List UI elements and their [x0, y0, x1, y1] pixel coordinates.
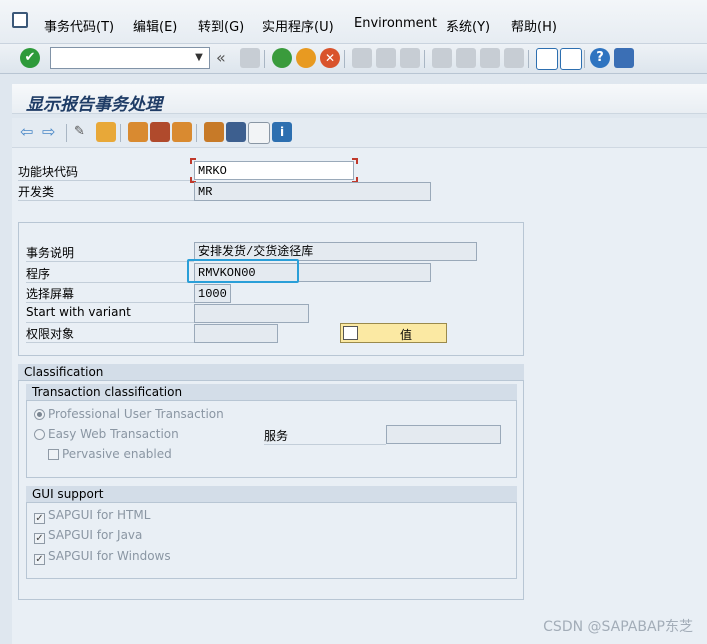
- command-field[interactable]: [50, 47, 210, 69]
- menu-bar: 事务代码(T) 编辑(E) 转到(G) 实用程序(U) Environment …: [0, 0, 707, 44]
- cancel-icon[interactable]: ✕: [320, 48, 340, 68]
- auth-object-field[interactable]: [194, 324, 278, 343]
- program-label: 程序: [26, 267, 51, 281]
- first-page-icon[interactable]: [432, 48, 452, 68]
- history-back-icon[interactable]: «: [216, 48, 236, 68]
- screen-label: 选择屏幕: [26, 287, 75, 301]
- value-button[interactable]: 值: [340, 323, 447, 343]
- find-icon[interactable]: [376, 48, 396, 68]
- window-menu-icon[interactable]: [12, 12, 28, 28]
- menu-help[interactable]: 帮助(H): [511, 16, 557, 35]
- description-label: 事务说明: [26, 246, 75, 260]
- variant-field[interactable]: [194, 304, 309, 323]
- exit-icon[interactable]: [296, 48, 316, 68]
- arrow-right-icon[interactable]: ⇨: [42, 122, 62, 142]
- object-list-icon[interactable]: [128, 122, 148, 142]
- menu-system[interactable]: 系统(Y): [446, 16, 490, 35]
- display-object-icon[interactable]: [150, 122, 170, 142]
- easy-web-label: Easy Web Transaction: [48, 427, 179, 441]
- arrow-left-icon[interactable]: ⇦: [20, 122, 40, 142]
- value-button-label: 值: [399, 328, 412, 342]
- application-toolbar: ⇦ ⇨ ✎ i: [12, 118, 707, 148]
- find-next-icon[interactable]: [400, 48, 420, 68]
- hierarchy-icon[interactable]: [204, 122, 224, 142]
- gui-windows-label: SAPGUI for Windows: [48, 549, 171, 563]
- menu-environment[interactable]: Environment: [354, 16, 437, 31]
- menu-goto[interactable]: 转到(G): [198, 16, 244, 35]
- auth-object-label: 权限对象: [26, 327, 75, 341]
- menu-transaction[interactable]: 事务代码(T): [44, 16, 114, 35]
- pervasive-checkbox[interactable]: Pervasive enabled: [48, 447, 172, 461]
- help-icon[interactable]: ?: [590, 48, 610, 68]
- stack-icon[interactable]: [226, 122, 246, 142]
- checkbox-checked-icon: ✓: [34, 533, 45, 544]
- screen-field[interactable]: 1000: [194, 284, 231, 303]
- print-icon[interactable]: [352, 48, 372, 68]
- prev-page-icon[interactable]: [456, 48, 476, 68]
- where-used-icon[interactable]: [172, 122, 192, 142]
- variant-label: Start with variant: [26, 305, 131, 319]
- function-module-label: 功能块代码: [18, 165, 79, 179]
- radio-icon: [34, 429, 45, 440]
- menu-utilities[interactable]: 实用程序(U): [262, 16, 334, 35]
- display-change-icon[interactable]: ✎: [74, 122, 94, 142]
- gui-windows-checkbox[interactable]: ✓ SAPGUI for Windows: [34, 549, 171, 565]
- save-icon[interactable]: [240, 48, 260, 68]
- gui-html-checkbox[interactable]: ✓ SAPGUI for HTML: [34, 508, 150, 524]
- service-label: 服务: [264, 429, 289, 443]
- gui-java-label: SAPGUI for Java: [48, 528, 143, 542]
- watermark: CSDN @SAPABAP东芝: [543, 619, 693, 635]
- service-field[interactable]: [386, 425, 501, 444]
- focus-corner: [352, 158, 358, 164]
- chevron-down-icon[interactable]: ▼: [192, 50, 206, 66]
- highlight-box: [187, 259, 299, 283]
- next-page-icon[interactable]: [480, 48, 500, 68]
- classification-title: Classification: [18, 364, 524, 381]
- dev-class-label: 开发类: [18, 185, 55, 199]
- enter-check-icon[interactable]: ✔: [20, 48, 40, 68]
- page-title: 显示报告事务处理: [26, 95, 162, 115]
- radio-selected-icon: [34, 409, 45, 420]
- gui-java-checkbox[interactable]: ✓ SAPGUI for Java: [34, 528, 142, 544]
- gui-support-title: GUI support: [26, 486, 517, 503]
- table-icon[interactable]: [248, 122, 270, 144]
- shortcut-icon[interactable]: [560, 48, 582, 70]
- pervasive-label: Pervasive enabled: [62, 447, 172, 461]
- professional-radio[interactable]: Professional User Transaction: [34, 407, 224, 421]
- new-session-icon[interactable]: [536, 48, 558, 70]
- tx-classification-title: Transaction classification: [26, 384, 517, 401]
- professional-label: Professional User Transaction: [48, 407, 224, 421]
- checkbox-checked-icon: ✓: [34, 554, 45, 565]
- checkbox-icon: [48, 449, 59, 460]
- copy-icon[interactable]: [96, 122, 116, 142]
- dev-class-field[interactable]: MR: [194, 182, 431, 201]
- info-icon[interactable]: i: [272, 122, 292, 142]
- gui-html-label: SAPGUI for HTML: [48, 508, 151, 522]
- checkbox-checked-icon: ✓: [34, 513, 45, 524]
- back-icon[interactable]: [272, 48, 292, 68]
- menu-edit[interactable]: 编辑(E): [133, 16, 177, 35]
- last-page-icon[interactable]: [504, 48, 524, 68]
- focus-corner: [190, 158, 196, 164]
- layout-menu-icon[interactable]: [614, 48, 634, 68]
- easy-web-radio[interactable]: Easy Web Transaction: [34, 427, 179, 441]
